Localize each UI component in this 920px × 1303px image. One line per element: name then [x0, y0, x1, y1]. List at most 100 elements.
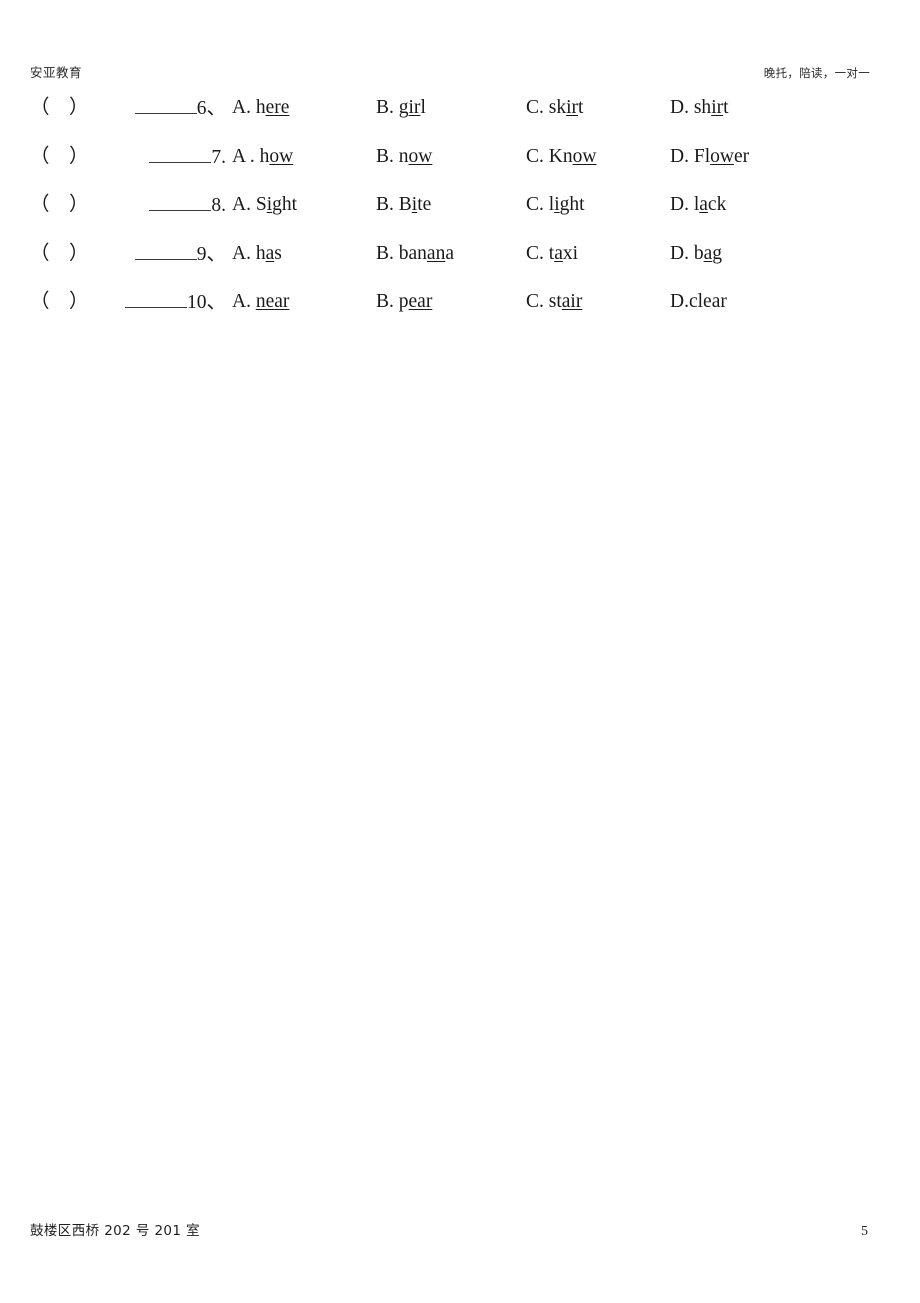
option-text-plain: g — [398, 97, 409, 118]
option-text-plain: xi — [562, 242, 579, 264]
option-b: B. pear — [376, 290, 526, 314]
question-lead: 6、 — [92, 96, 226, 121]
answer-blank-line[interactable] — [149, 193, 212, 211]
option-letter: A. — [232, 194, 256, 215]
option-a: A. has — [226, 242, 376, 266]
option-letter: C. — [526, 97, 549, 118]
answer-blank-line[interactable] — [124, 290, 187, 308]
option-text-plain: Fl — [693, 145, 711, 167]
option-letter: C. — [526, 194, 549, 215]
option-c: C. taxi — [526, 242, 670, 266]
answer-parenthesis[interactable]: （ ） — [30, 242, 92, 266]
option-text-underlined: a — [265, 242, 275, 264]
option-text-underlined: ir — [711, 97, 724, 118]
option-letter: A. — [232, 97, 256, 118]
option-text-plain: g — [712, 242, 722, 264]
option-text-underlined: a — [699, 194, 708, 215]
option-text-plain: h — [259, 145, 270, 167]
option-a: A . how — [226, 145, 376, 169]
option-letter: A. — [232, 291, 256, 312]
option-letter: C. — [526, 145, 549, 167]
option-b: B. now — [376, 145, 526, 169]
option-text-plain: clear — [688, 291, 727, 312]
header-organization-name: 安亚教育 — [30, 65, 83, 80]
question-number: 8. — [211, 195, 226, 216]
option-text-plain: S — [255, 194, 267, 215]
question-number: 7. — [211, 146, 226, 168]
option-b: B. Bite — [376, 193, 526, 217]
option-text-underlined: ear — [408, 291, 433, 312]
option-text-underlined: a — [554, 242, 563, 264]
option-text-plain: h — [255, 242, 266, 264]
answer-blank-line[interactable] — [149, 145, 212, 163]
question-row: （ ） 9、 A. has B. banana C. taxi D. bag — [30, 242, 890, 291]
option-letter: B. — [376, 97, 399, 118]
option-text-underlined: air — [561, 291, 583, 312]
option-letter: A . — [232, 145, 260, 167]
option-text-plain: ck — [707, 194, 727, 215]
option-d: D. bag — [670, 242, 830, 266]
footer-address: 鼓楼区西桥 202 号 201 室 — [30, 1223, 200, 1239]
option-text-plain: ght — [559, 194, 585, 215]
question-lead: 9、 — [92, 242, 226, 267]
option-text-plain: a — [445, 242, 454, 264]
option-a: A. near — [226, 290, 376, 314]
option-letter: B. — [376, 145, 399, 167]
option-text-plain: t — [723, 97, 729, 118]
answer-parenthesis[interactable]: （ ） — [30, 145, 92, 169]
option-text-underlined: ere — [265, 97, 290, 118]
question-row: （ ） 10、 A. near B. pear C. stair D.clear — [30, 290, 890, 339]
option-letter: B. — [376, 194, 399, 215]
question-lead: 7. — [92, 145, 226, 170]
option-text-plain: n — [398, 145, 409, 167]
answer-parenthesis[interactable]: （ ） — [30, 193, 92, 217]
answer-blank-line[interactable] — [134, 96, 197, 114]
answer-parenthesis[interactable]: （ ） — [30, 96, 92, 120]
answer-blank-line[interactable] — [134, 242, 197, 260]
footer-page-number: 5 — [861, 1224, 868, 1239]
question-row: （ ） 6、 A. here B. girl C. skirt D. shirt — [30, 96, 890, 145]
option-text-plain: sh — [693, 97, 712, 118]
option-letter: D. — [670, 145, 694, 167]
option-text-plain: sk — [548, 97, 567, 118]
option-text-plain: s — [274, 242, 282, 264]
option-c: C. Know — [526, 145, 670, 169]
option-b: B. girl — [376, 96, 526, 120]
option-a: A. here — [226, 96, 376, 120]
running-header: 安亚教育 晚托，陪读，一对一 — [30, 62, 890, 82]
option-d: D.clear — [670, 290, 830, 314]
option-a: A. Sight — [226, 193, 376, 217]
option-text-plain: ban — [398, 242, 427, 264]
option-text-underlined: an — [426, 242, 446, 264]
option-text-plain: b — [693, 242, 704, 264]
option-text-plain: ght — [272, 194, 298, 215]
option-text-underlined: a — [703, 242, 713, 264]
option-letter: D. — [670, 242, 694, 264]
option-b: B. banana — [376, 242, 526, 266]
running-footer: 鼓楼区西桥 202 号 201 室 5 — [30, 1219, 890, 1241]
question-list: （ ） 6、 A. here B. girl C. skirt D. shirt （ ） 7.… — [30, 96, 890, 339]
question-lead: 8. — [92, 193, 226, 218]
question-row: （ ） 8. A. Sight B. Bite C. light D. lack — [30, 193, 890, 242]
option-text-plain: l — [420, 97, 426, 118]
option-text-underlined: ir — [408, 97, 421, 118]
option-text-plain: te — [417, 194, 432, 215]
option-text-underlined: ow — [408, 145, 433, 167]
option-text-underlined: ow — [710, 145, 734, 167]
option-text-plain: st — [548, 291, 562, 312]
option-text-underlined: ow — [572, 145, 597, 167]
option-d: D. lack — [670, 193, 830, 217]
option-text-underlined: ir — [566, 97, 579, 118]
option-text-plain: p — [398, 291, 409, 312]
option-text-plain: Kn — [548, 145, 573, 167]
option-letter: C. — [526, 242, 549, 264]
option-d: D. shirt — [670, 96, 830, 120]
option-letter: D. — [670, 97, 694, 118]
option-text-underlined: near — [255, 291, 290, 312]
option-text-underlined: ow — [269, 145, 294, 167]
answer-parenthesis[interactable]: （ ） — [30, 290, 92, 314]
option-letter: B. — [376, 242, 399, 264]
document-page: 安亚教育 晚托，陪读，一对一 （ ） 6、 A. here B. girl C. ski… — [0, 0, 920, 1303]
question-lead: 10、 — [92, 290, 226, 315]
option-letter: C. — [526, 291, 549, 312]
